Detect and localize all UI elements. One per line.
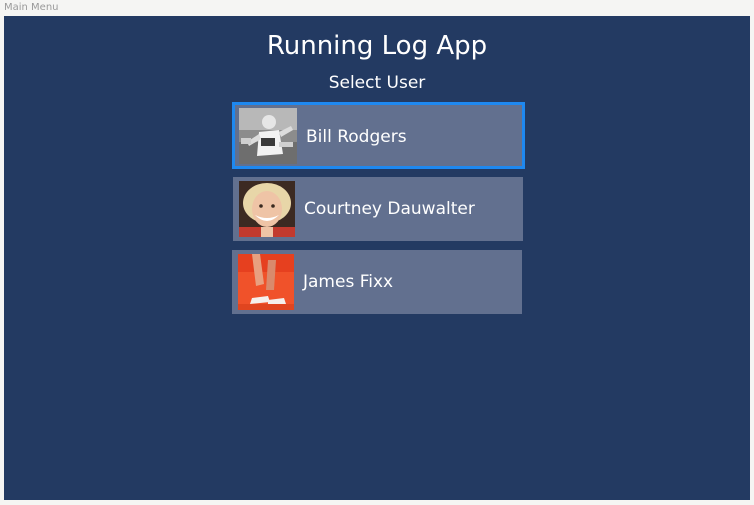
- user-name: Bill Rodgers: [306, 127, 407, 147]
- user-name: Courtney Dauwalter: [304, 199, 475, 219]
- user-name: James Fixx: [303, 272, 394, 292]
- user-card-bill-rodgers[interactable]: Bill Rodgers: [232, 102, 525, 169]
- user-avatar-james-fixx: [238, 254, 294, 310]
- user-card-james-fixx[interactable]: James Fixx: [232, 250, 522, 314]
- user-card-courtney-dauwalter[interactable]: Courtney Dauwalter: [233, 177, 523, 241]
- user-avatar-courtney-dauwalter: [239, 181, 295, 237]
- app-title: Running Log App: [266, 31, 488, 61]
- main-menu-panel: Running Log App Select User Bill Rodgers: [4, 16, 750, 500]
- window-title: Main Menu: [4, 2, 59, 13]
- user-avatar-bill-rodgers: [239, 108, 297, 164]
- select-user-label: Select User: [328, 73, 426, 93]
